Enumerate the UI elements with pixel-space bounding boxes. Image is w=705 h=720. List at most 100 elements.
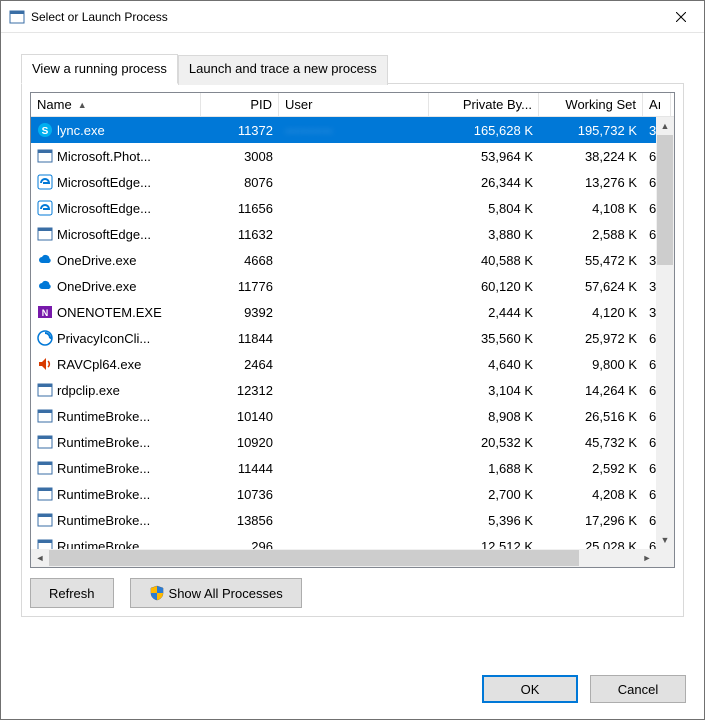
process-name: RuntimeBroke...: [57, 461, 150, 476]
cell-pid: 11776: [201, 279, 279, 294]
cell-pid: 11656: [201, 201, 279, 216]
process-name: MicrosoftEdge...: [57, 227, 151, 242]
cell-name: MicrosoftEdge...: [31, 200, 201, 216]
process-name: Microsoft.Phot...: [57, 149, 151, 164]
default-icon: [37, 460, 53, 476]
cell-working-set: 4,108 K: [539, 201, 643, 216]
cell-pid: 8076: [201, 175, 279, 190]
table-row[interactable]: RuntimeBroke...1092020,532 K45,732 K64: [31, 429, 674, 455]
default-icon: [37, 486, 53, 502]
table-row[interactable]: rdpclip.exe123123,104 K14,264 K64: [31, 377, 674, 403]
cell-private-bytes: 1,688 K: [429, 461, 539, 476]
tab-strip: View a running process Launch and trace …: [21, 53, 684, 83]
ok-button[interactable]: OK: [482, 675, 578, 703]
cell-pid: 2464: [201, 357, 279, 372]
horizontal-scrollbar[interactable]: ◄ ►: [31, 549, 674, 567]
process-name: RuntimeBroke...: [57, 435, 150, 450]
cell-private-bytes: 53,964 K: [429, 149, 539, 164]
cell-name: MicrosoftEdge...: [31, 226, 201, 242]
scroll-down-arrow-icon[interactable]: ▼: [656, 531, 674, 549]
cell-private-bytes: 2,444 K: [429, 305, 539, 320]
table-row[interactable]: MicrosoftEdge...807626,344 K13,276 K64: [31, 169, 674, 195]
scroll-left-arrow-icon[interactable]: ◄: [31, 549, 49, 567]
scroll-right-arrow-icon[interactable]: ►: [638, 549, 656, 567]
th-private-bytes[interactable]: Private By...: [429, 93, 539, 116]
cell-working-set: 9,800 K: [539, 357, 643, 372]
th-user[interactable]: User: [279, 93, 429, 116]
table-row[interactable]: Microsoft.Phot...300853,964 K38,224 K64: [31, 143, 674, 169]
tab-panel: Name ▲ PID User Private By... Working Se…: [21, 83, 684, 617]
table-body: Slync.exe11372···········165,628 K195,73…: [31, 117, 674, 567]
default-icon: [37, 148, 53, 164]
th-working-set[interactable]: Working Set: [539, 93, 643, 116]
th-pid[interactable]: PID: [201, 93, 279, 116]
tab-launch-trace[interactable]: Launch and trace a new process: [178, 55, 388, 85]
action-row: Refresh Show All Processes: [30, 578, 675, 608]
cell-pid: 3008: [201, 149, 279, 164]
cell-pid: 13856: [201, 513, 279, 528]
cancel-button[interactable]: Cancel: [590, 675, 686, 703]
close-icon: [676, 12, 686, 22]
table-row[interactable]: MicrosoftEdge...116565,804 K4,108 K64: [31, 195, 674, 221]
scrollbar-corner: [656, 549, 674, 567]
svg-text:S: S: [42, 126, 49, 137]
process-name: OneDrive.exe: [57, 253, 136, 268]
table-row[interactable]: OneDrive.exe1177660,120 K57,624 K32: [31, 273, 674, 299]
cell-working-set: 25,972 K: [539, 331, 643, 346]
default-icon: [37, 512, 53, 528]
table-row[interactable]: MicrosoftEdge...116323,880 K2,588 K64: [31, 221, 674, 247]
cell-working-set: 26,516 K: [539, 409, 643, 424]
table-row[interactable]: RuntimeBroke...114441,688 K2,592 K64: [31, 455, 674, 481]
cell-private-bytes: 40,588 K: [429, 253, 539, 268]
cell-private-bytes: 5,804 K: [429, 201, 539, 216]
skype-icon: S: [37, 122, 53, 138]
th-name[interactable]: Name ▲: [31, 93, 201, 116]
process-name: MicrosoftEdge...: [57, 175, 151, 190]
cell-pid: 11844: [201, 331, 279, 346]
process-name: RuntimeBroke...: [57, 513, 150, 528]
horizontal-scroll-thumb[interactable]: [49, 550, 579, 566]
table-row[interactable]: NONENOTEM.EXE93922,444 K4,120 K32: [31, 299, 674, 325]
refresh-button[interactable]: Refresh: [30, 578, 114, 608]
cell-name: Slync.exe: [31, 122, 201, 138]
scroll-up-arrow-icon[interactable]: ▲: [656, 117, 674, 135]
horizontal-scroll-track[interactable]: [49, 549, 638, 567]
table-row[interactable]: RuntimeBroke...138565,396 K17,296 K64: [31, 507, 674, 533]
cell-private-bytes: 165,628 K: [429, 123, 539, 138]
process-name: ONENOTEM.EXE: [57, 305, 162, 320]
vertical-scrollbar[interactable]: ▲ ▼: [656, 117, 674, 549]
cell-private-bytes: 60,120 K: [429, 279, 539, 294]
default-icon: [37, 434, 53, 450]
cell-working-set: 195,732 K: [539, 123, 643, 138]
table-row[interactable]: OneDrive.exe466840,588 K55,472 K32: [31, 247, 674, 273]
show-all-processes-button[interactable]: Show All Processes: [130, 578, 302, 608]
sort-asc-icon: ▲: [78, 100, 87, 110]
process-name: RAVCpl64.exe: [57, 357, 141, 372]
table-row[interactable]: Slync.exe11372···········165,628 K195,73…: [31, 117, 674, 143]
vertical-scroll-thumb[interactable]: [657, 135, 673, 265]
table-row[interactable]: RAVCpl64.exe24644,640 K9,800 K64: [31, 351, 674, 377]
cell-pid: 11444: [201, 461, 279, 476]
cell-private-bytes: 3,880 K: [429, 227, 539, 242]
cell-pid: 4668: [201, 253, 279, 268]
onenote-icon: N: [37, 304, 53, 320]
cell-working-set: 13,276 K: [539, 175, 643, 190]
tab-view-running[interactable]: View a running process: [21, 54, 178, 84]
cell-name: RuntimeBroke...: [31, 486, 201, 502]
th-arch[interactable]: Aı: [643, 93, 671, 116]
cloud-icon: [37, 278, 53, 294]
cell-private-bytes: 26,344 K: [429, 175, 539, 190]
close-button[interactable]: [658, 1, 704, 32]
table-row[interactable]: RuntimeBroke...101408,908 K26,516 K64: [31, 403, 674, 429]
cell-name: RuntimeBroke...: [31, 434, 201, 450]
process-list[interactable]: Name ▲ PID User Private By... Working Se…: [30, 92, 675, 568]
cell-name: Microsoft.Phot...: [31, 148, 201, 164]
edge-icon: [37, 200, 53, 216]
cell-pid: 12312: [201, 383, 279, 398]
cell-pid: 11632: [201, 227, 279, 242]
table-row[interactable]: RuntimeBroke...107362,700 K4,208 K64: [31, 481, 674, 507]
cell-name: RuntimeBroke...: [31, 512, 201, 528]
cell-private-bytes: 4,640 K: [429, 357, 539, 372]
table-row[interactable]: PrivacyIconCli...1184435,560 K25,972 K64: [31, 325, 674, 351]
cell-private-bytes: 35,560 K: [429, 331, 539, 346]
